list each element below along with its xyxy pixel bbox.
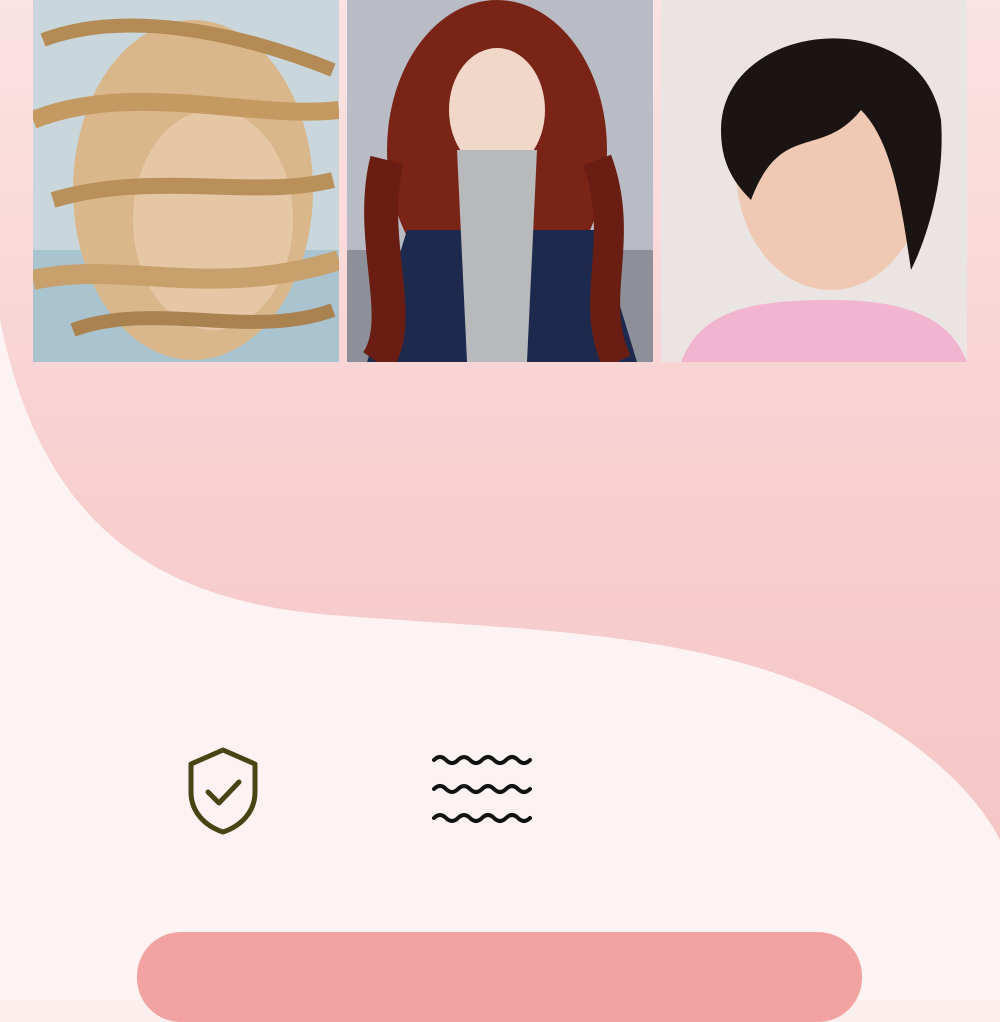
photo-short-dark[interactable]: [661, 0, 967, 362]
photo-short-dark-hair: [661, 0, 967, 362]
cta-button[interactable]: [137, 932, 862, 1022]
photo-windblown-blonde-hair: [33, 0, 339, 362]
photo-gallery: [33, 0, 967, 362]
photo-red-curly[interactable]: [347, 0, 653, 362]
shield-check-icon: [186, 746, 260, 836]
photo-blonde-windblown[interactable]: [33, 0, 339, 362]
photo-curly-red-hair: [347, 0, 653, 362]
wavy-lines-icon: [432, 752, 532, 826]
